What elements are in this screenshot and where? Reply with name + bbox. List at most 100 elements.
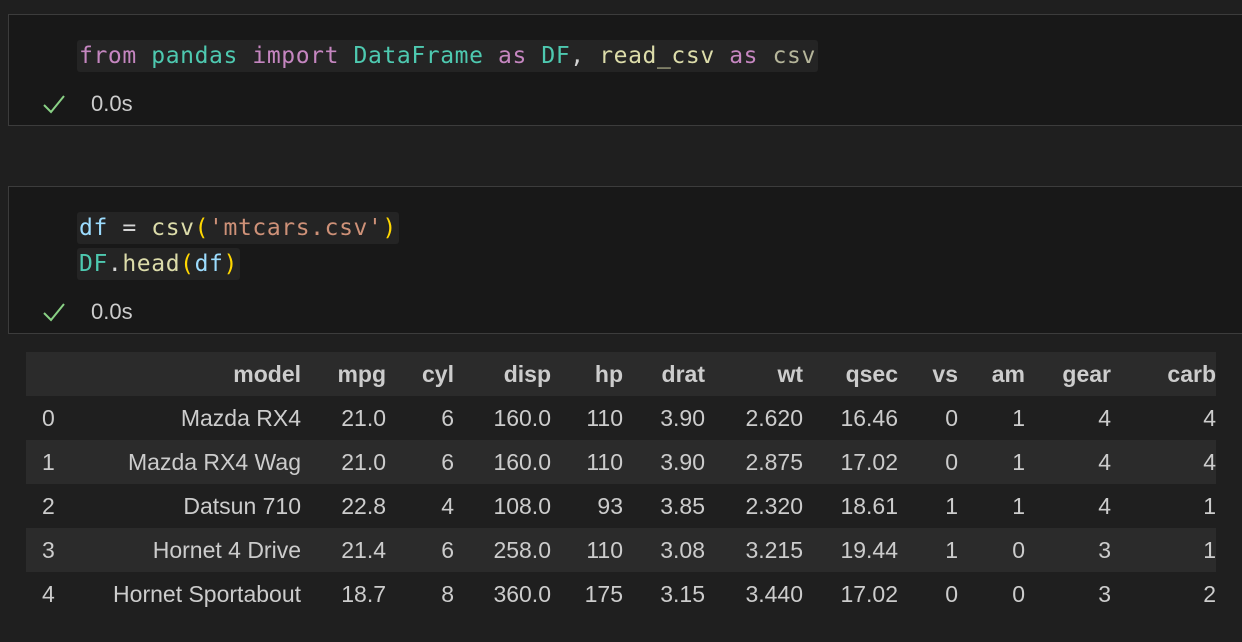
code-token: head — [122, 251, 181, 277]
table-cell: 3.215 — [745, 536, 803, 563]
table-row: 2 Datsun 710 22.8 4 108.0 93 3.85 2.320 18.61 1 1 4… — [26, 484, 1216, 528]
table-header-row: model mpg cyl disp hp drat wt qsec vs am gear carb — [26, 352, 1216, 396]
code-token: import — [252, 43, 340, 69]
table-cell: Mazda RX4 Wag — [128, 448, 301, 475]
code-line[interactable]: df = csv('mtcars.csv') — [77, 212, 399, 244]
table-cell: 3.90 — [660, 448, 705, 475]
execution-time: 0.0s — [91, 299, 133, 324]
table-cell: 17.02 — [840, 448, 898, 475]
table-cell: 4 — [1098, 492, 1111, 519]
check-icon — [43, 95, 65, 114]
table-cell: 3.440 — [745, 580, 803, 607]
table-row: 4 Hornet Sportabout 18.7 8 360.0 175 3.15 3.440… — [26, 572, 1216, 616]
column-header: gear — [1062, 360, 1111, 387]
code-token: df — [79, 215, 108, 241]
table-cell: 258.0 — [493, 536, 551, 563]
column-header: am — [991, 360, 1025, 387]
code-token: csv — [772, 43, 816, 69]
table-cell: 21.4 — [341, 536, 386, 563]
row-index: 2 — [42, 492, 55, 519]
column-header: model — [233, 360, 301, 387]
table-cell: 108.0 — [493, 492, 551, 519]
column-header: cyl — [422, 360, 454, 387]
code-line[interactable]: from pandas import DataFrame as DF, read… — [77, 40, 818, 72]
table-row: 0 Mazda RX4 21.0 6 160.0 110 3.90 2.620 16.46 0 1 4… — [26, 396, 1216, 440]
code-token: read_csv — [599, 43, 715, 69]
table-cell: 2 — [1203, 580, 1216, 607]
table-cell: 0 — [1012, 580, 1025, 607]
table-cell: 21.0 — [341, 448, 386, 475]
table-cell: 1 — [1012, 492, 1025, 519]
code-cell-1[interactable]: from pandas import DataFrame as DF, read… — [8, 14, 1242, 126]
table-cell: 3.90 — [660, 404, 705, 431]
code-line[interactable]: DF.head(df) — [77, 248, 240, 280]
code-token: from — [79, 43, 137, 69]
code-token: ( — [194, 215, 210, 241]
index-header — [26, 352, 72, 396]
code-token: ) — [382, 215, 397, 241]
table-cell: 6 — [441, 404, 454, 431]
table-cell: 4 — [1098, 404, 1111, 431]
table-cell: 4 — [1203, 404, 1216, 431]
code-token: 'mtcars.csv' — [209, 215, 383, 241]
table-cell: 175 — [584, 580, 623, 607]
column-header: carb — [1167, 360, 1216, 387]
code-token: csv — [151, 215, 195, 241]
table-cell: 3 — [1098, 580, 1111, 607]
row-index: 1 — [42, 448, 55, 475]
code-token: ) — [223, 251, 238, 277]
execution-time: 0.0s — [91, 91, 133, 116]
column-header: mpg — [337, 360, 386, 387]
table-cell: Mazda RX4 — [180, 404, 301, 431]
table-row: 3 Hornet 4 Drive 21.4 6 258.0 110 3.08 3.215 19.… — [26, 528, 1216, 572]
table-cell: 160.0 — [493, 448, 551, 475]
table-cell: 3.08 — [660, 536, 705, 563]
code-token: pandas — [151, 43, 238, 69]
code-cell-2[interactable]: df = csv('mtcars.csv') DF.head(df) 0.0s — [8, 186, 1242, 334]
table-cell: 6 — [441, 448, 454, 475]
dataframe-output-table: model mpg cyl disp hp drat wt qsec vs am gear carb … — [26, 352, 1216, 616]
code-token: = — [107, 215, 152, 241]
table-cell: 1 — [945, 492, 958, 519]
table-cell: 1 — [1203, 536, 1216, 563]
code-token: DF — [541, 43, 571, 69]
table-cell: 110 — [586, 536, 623, 563]
cell-status: 0.0s — [41, 297, 133, 327]
table-cell: 0 — [945, 448, 958, 475]
table-cell: 18.7 — [341, 580, 386, 607]
code-token: , — [570, 43, 600, 69]
table-cell: 0 — [945, 580, 958, 607]
table-cell: 0 — [945, 404, 958, 431]
check-icon — [43, 303, 65, 322]
table-cell: 18.61 — [840, 492, 898, 519]
table-cell: 160.0 — [493, 404, 551, 431]
table-cell: 3 — [1098, 536, 1111, 563]
code-token: as — [729, 43, 759, 69]
row-index: 0 — [42, 404, 55, 431]
code-token: DataFrame — [353, 43, 484, 69]
table-cell: 1 — [1203, 492, 1216, 519]
table-cell: 2.620 — [745, 404, 803, 431]
column-header: disp — [503, 360, 551, 387]
table-row: 1 Mazda RX4 Wag 21.0 6 160.0 110 3.90 2.875 17.0… — [26, 440, 1216, 484]
table-cell: 17.02 — [840, 580, 898, 607]
row-index: 4 — [42, 580, 55, 607]
table-cell: 3.15 — [660, 580, 705, 607]
table-cell: Datsun 710 — [183, 492, 301, 519]
table-cell: 4 — [441, 492, 454, 519]
table-cell: 2.875 — [745, 448, 803, 475]
code-token: df — [194, 251, 224, 277]
table-cell: 3.85 — [660, 492, 705, 519]
column-header: drat — [661, 360, 705, 387]
table-cell: 19.44 — [840, 536, 898, 563]
table-cell: 1 — [945, 536, 958, 563]
column-header: vs — [932, 360, 958, 387]
table-cell: Hornet Sportabout — [113, 580, 301, 607]
code-token: DF — [79, 251, 108, 277]
